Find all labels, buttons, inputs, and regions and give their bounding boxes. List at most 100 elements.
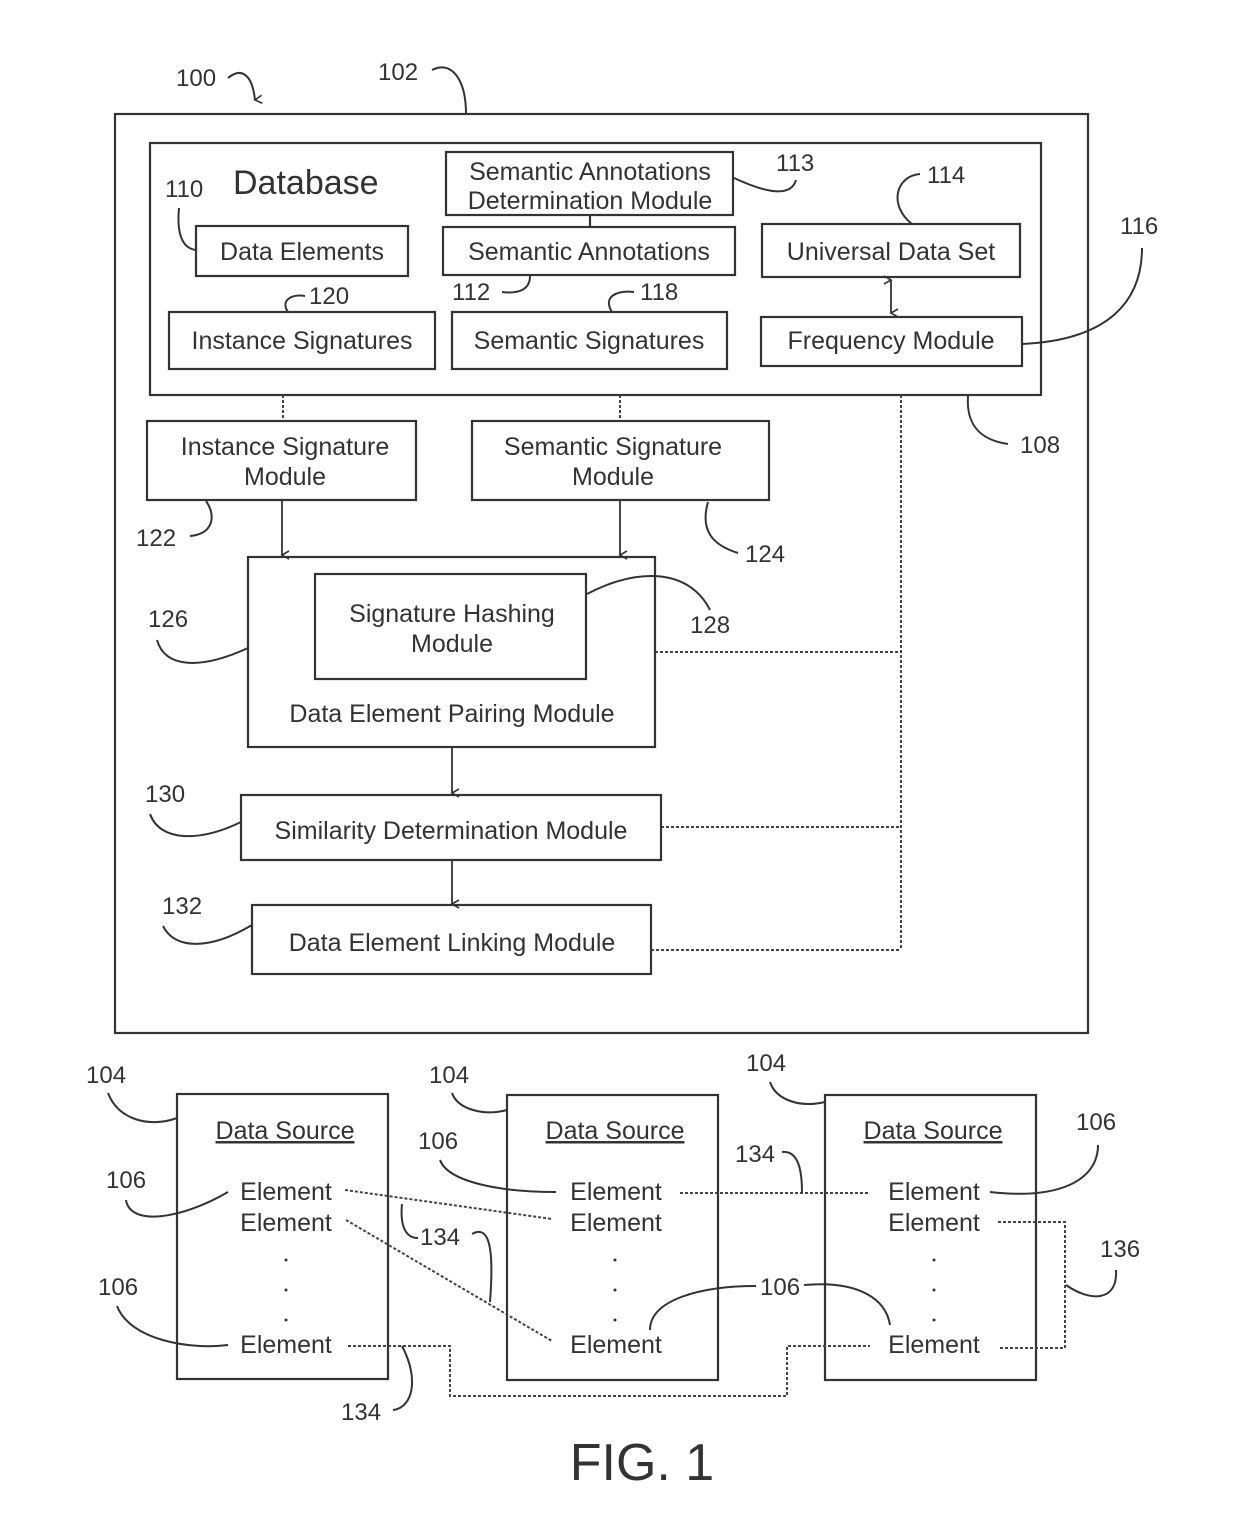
ref-106: 106 — [418, 1128, 458, 1155]
data-source-title: Data Source — [864, 1117, 1003, 1145]
leader-134 — [392, 1345, 414, 1411]
leader-106 — [439, 1159, 557, 1193]
ellipsis-dot — [284, 1288, 288, 1292]
semantic-signature-module-line2: Module — [572, 463, 654, 491]
ref-106: 106 — [1076, 1109, 1116, 1136]
element-item: Element — [888, 1178, 980, 1206]
instance-signature-module-line2: Module — [244, 463, 326, 491]
leader-118 — [607, 290, 635, 313]
ellipsis-dot — [613, 1288, 617, 1292]
ellipsis-dot — [284, 1258, 288, 1262]
semantic-annotations-label: Semantic Annotations — [468, 238, 710, 266]
ref-112: 112 — [452, 279, 490, 306]
data-elements-label: Data Elements — [220, 238, 384, 266]
ref-114: 114 — [927, 162, 965, 189]
ref-106: 106 — [98, 1274, 138, 1301]
leader-134 — [781, 1150, 803, 1194]
ref-106: 106 — [760, 1274, 800, 1301]
leader-124-curve — [704, 501, 739, 554]
ref-106: 106 — [106, 1167, 146, 1194]
leader-134 — [471, 1231, 493, 1303]
leader-120 — [284, 294, 306, 313]
ref-120: 120 — [309, 283, 349, 310]
leader-136 — [1065, 1269, 1118, 1298]
element-item: Element — [570, 1178, 662, 1206]
ref-134: 134 — [341, 1399, 381, 1426]
ellipsis-dot — [932, 1288, 936, 1292]
element-item: Element — [888, 1209, 980, 1237]
ref-104: 104 — [86, 1062, 126, 1089]
link-line — [344, 1189, 553, 1220]
leader-100 — [227, 72, 263, 104]
leader-104 — [769, 1081, 826, 1105]
ref-130: 130 — [145, 781, 185, 808]
data-source-title: Data Source — [546, 1117, 685, 1145]
ref-116: 116 — [1120, 213, 1158, 240]
linking-module-label: Data Element Linking Module — [289, 929, 616, 957]
ref-104: 104 — [746, 1050, 786, 1077]
ref-128: 128 — [690, 612, 730, 639]
leader-113 — [733, 177, 797, 193]
leader-102 — [431, 66, 467, 115]
ref-108: 108 — [1020, 432, 1060, 459]
leader-106 — [989, 1144, 1099, 1195]
patent-diagram: 100 102 Database 110 Data Elements Seman… — [86, 59, 1158, 1492]
leader-126 — [156, 639, 249, 664]
leader-112 — [501, 275, 531, 294]
hashing-module-line1: Signature Hashing — [349, 600, 555, 628]
leader-110 — [177, 207, 197, 251]
ref-102: 102 — [378, 59, 418, 86]
data-source-title: Data Source — [216, 1117, 355, 1145]
similarity-module-label: Similarity Determination Module — [275, 817, 628, 845]
ellipsis-dot — [932, 1258, 936, 1262]
leader-106 — [803, 1283, 891, 1326]
ellipsis-dot — [932, 1318, 936, 1322]
ref-100: 100 — [176, 65, 216, 92]
leader-128 — [586, 575, 711, 611]
hashing-module-line2: Module — [411, 630, 493, 658]
leader-106 — [649, 1285, 757, 1331]
element-item: Element — [240, 1178, 332, 1206]
sadm-label-line1: Semantic Annotations — [469, 158, 711, 186]
data-source-1: Data Source Element Element Element — [175, 1092, 390, 1381]
element-item: Element — [240, 1331, 332, 1359]
ref-124: 124 — [745, 541, 785, 568]
ref-134: 134 — [735, 1141, 775, 1168]
element-item: Element — [570, 1209, 662, 1237]
ref-132: 132 — [162, 893, 202, 920]
figure-title: FIG. 1 — [570, 1434, 714, 1492]
leader-108 — [966, 395, 1009, 445]
ref-118: 118 — [640, 279, 678, 306]
link-line-within-source — [998, 1221, 1066, 1349]
ellipsis-dot — [613, 1258, 617, 1262]
universal-data-set-label: Universal Data Set — [787, 238, 995, 266]
element-item: Element — [570, 1331, 662, 1359]
ref-104: 104 — [429, 1062, 469, 1089]
semantic-signatures-label: Semantic Signatures — [474, 327, 705, 355]
ref-113: 113 — [776, 150, 814, 177]
instance-signatures-label: Instance Signatures — [192, 327, 413, 355]
frequency-module-label: Frequency Module — [787, 327, 994, 355]
leader-130 — [149, 813, 242, 838]
sadm-label-line2: Determination Module — [468, 187, 713, 215]
leader-114 — [896, 173, 921, 225]
ellipsis-dot — [284, 1318, 288, 1322]
leader-104 — [107, 1092, 178, 1124]
ref-122: 122 — [136, 525, 176, 552]
element-item: Element — [240, 1209, 332, 1237]
leader-134 — [400, 1203, 419, 1239]
leader-106 — [116, 1305, 229, 1348]
leader-104 — [451, 1092, 508, 1114]
database-title: Database — [233, 164, 379, 202]
pairing-module-label: Data Element Pairing Module — [289, 700, 614, 728]
data-source-3: Data Source Element Element Element — [823, 1093, 1038, 1382]
instance-signature-module-line1: Instance Signature — [181, 433, 389, 461]
element-item: Element — [888, 1331, 980, 1359]
ellipsis-dot — [613, 1318, 617, 1322]
ref-134: 134 — [420, 1224, 460, 1251]
ref-126: 126 — [148, 606, 188, 633]
ref-136: 136 — [1100, 1236, 1140, 1263]
semantic-signature-module-line1: Semantic Signature — [504, 433, 722, 461]
ref-110: 110 — [165, 176, 203, 203]
data-source-2: Data Source Element Element Element — [505, 1093, 720, 1382]
